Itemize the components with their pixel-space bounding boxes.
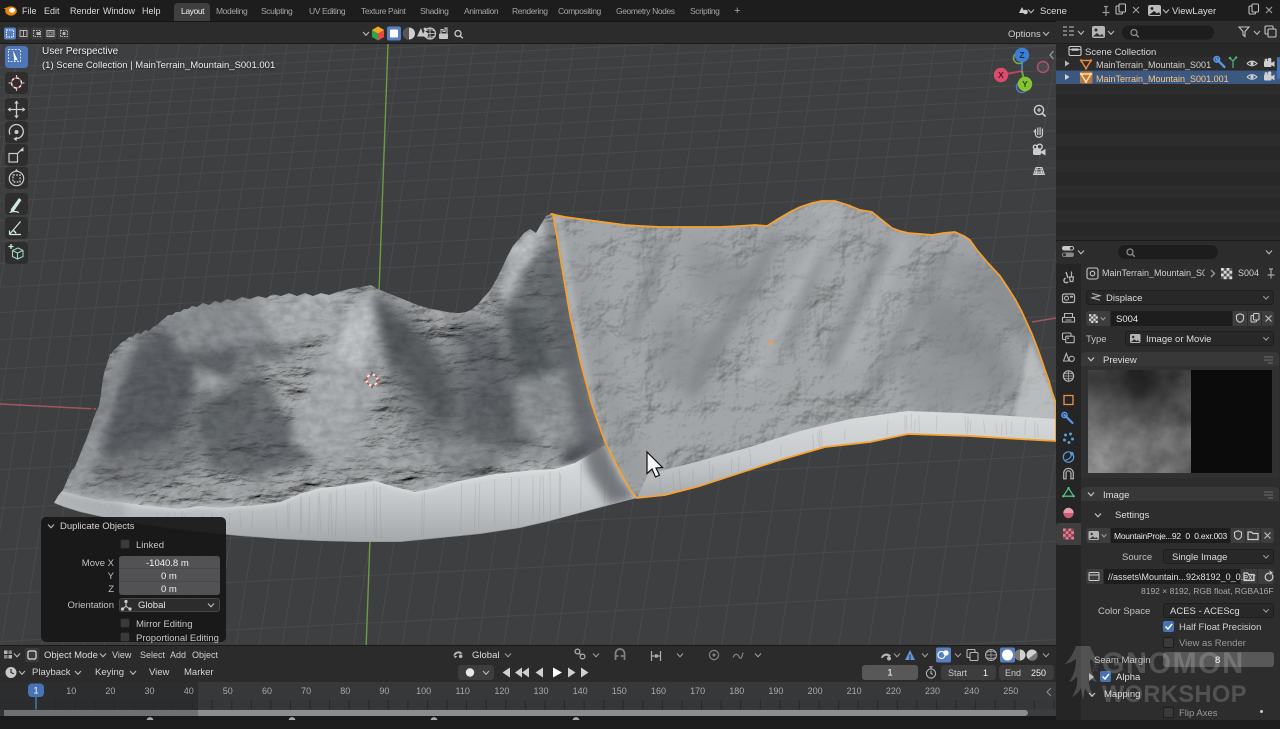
svg-text:160: 160 <box>651 686 666 696</box>
svg-text:1: 1 <box>887 668 892 679</box>
svg-text:100: 100 <box>416 686 431 696</box>
svg-text:200: 200 <box>808 686 823 696</box>
svg-text:170: 170 <box>690 686 705 696</box>
svg-text:Y: Y <box>1022 79 1028 89</box>
svg-text:190: 190 <box>768 686 783 696</box>
svg-text:10: 10 <box>66 686 76 696</box>
svg-text:230: 230 <box>925 686 940 696</box>
svg-text:60: 60 <box>262 686 272 696</box>
svg-text:40: 40 <box>184 686 194 696</box>
svg-text:220: 220 <box>886 686 901 696</box>
svg-text:90: 90 <box>379 686 389 696</box>
svg-text:50: 50 <box>223 686 233 696</box>
svg-text:Z: Z <box>1019 50 1024 60</box>
svg-text:250: 250 <box>1003 686 1018 696</box>
svg-text:150: 150 <box>612 686 627 696</box>
svg-text:120: 120 <box>494 686 509 696</box>
svg-text:30: 30 <box>144 686 154 696</box>
svg-text:140: 140 <box>573 686 588 696</box>
svg-text:110: 110 <box>456 686 470 696</box>
svg-text:240: 240 <box>964 686 979 696</box>
svg-text:180: 180 <box>729 686 744 696</box>
svg-text:210: 210 <box>847 686 862 696</box>
svg-text:X: X <box>998 70 1004 80</box>
svg-text:1: 1 <box>33 686 38 696</box>
svg-text:130: 130 <box>533 686 548 696</box>
svg-text:20: 20 <box>105 686 115 696</box>
svg-text:70: 70 <box>301 686 311 696</box>
svg-text:80: 80 <box>340 686 350 696</box>
